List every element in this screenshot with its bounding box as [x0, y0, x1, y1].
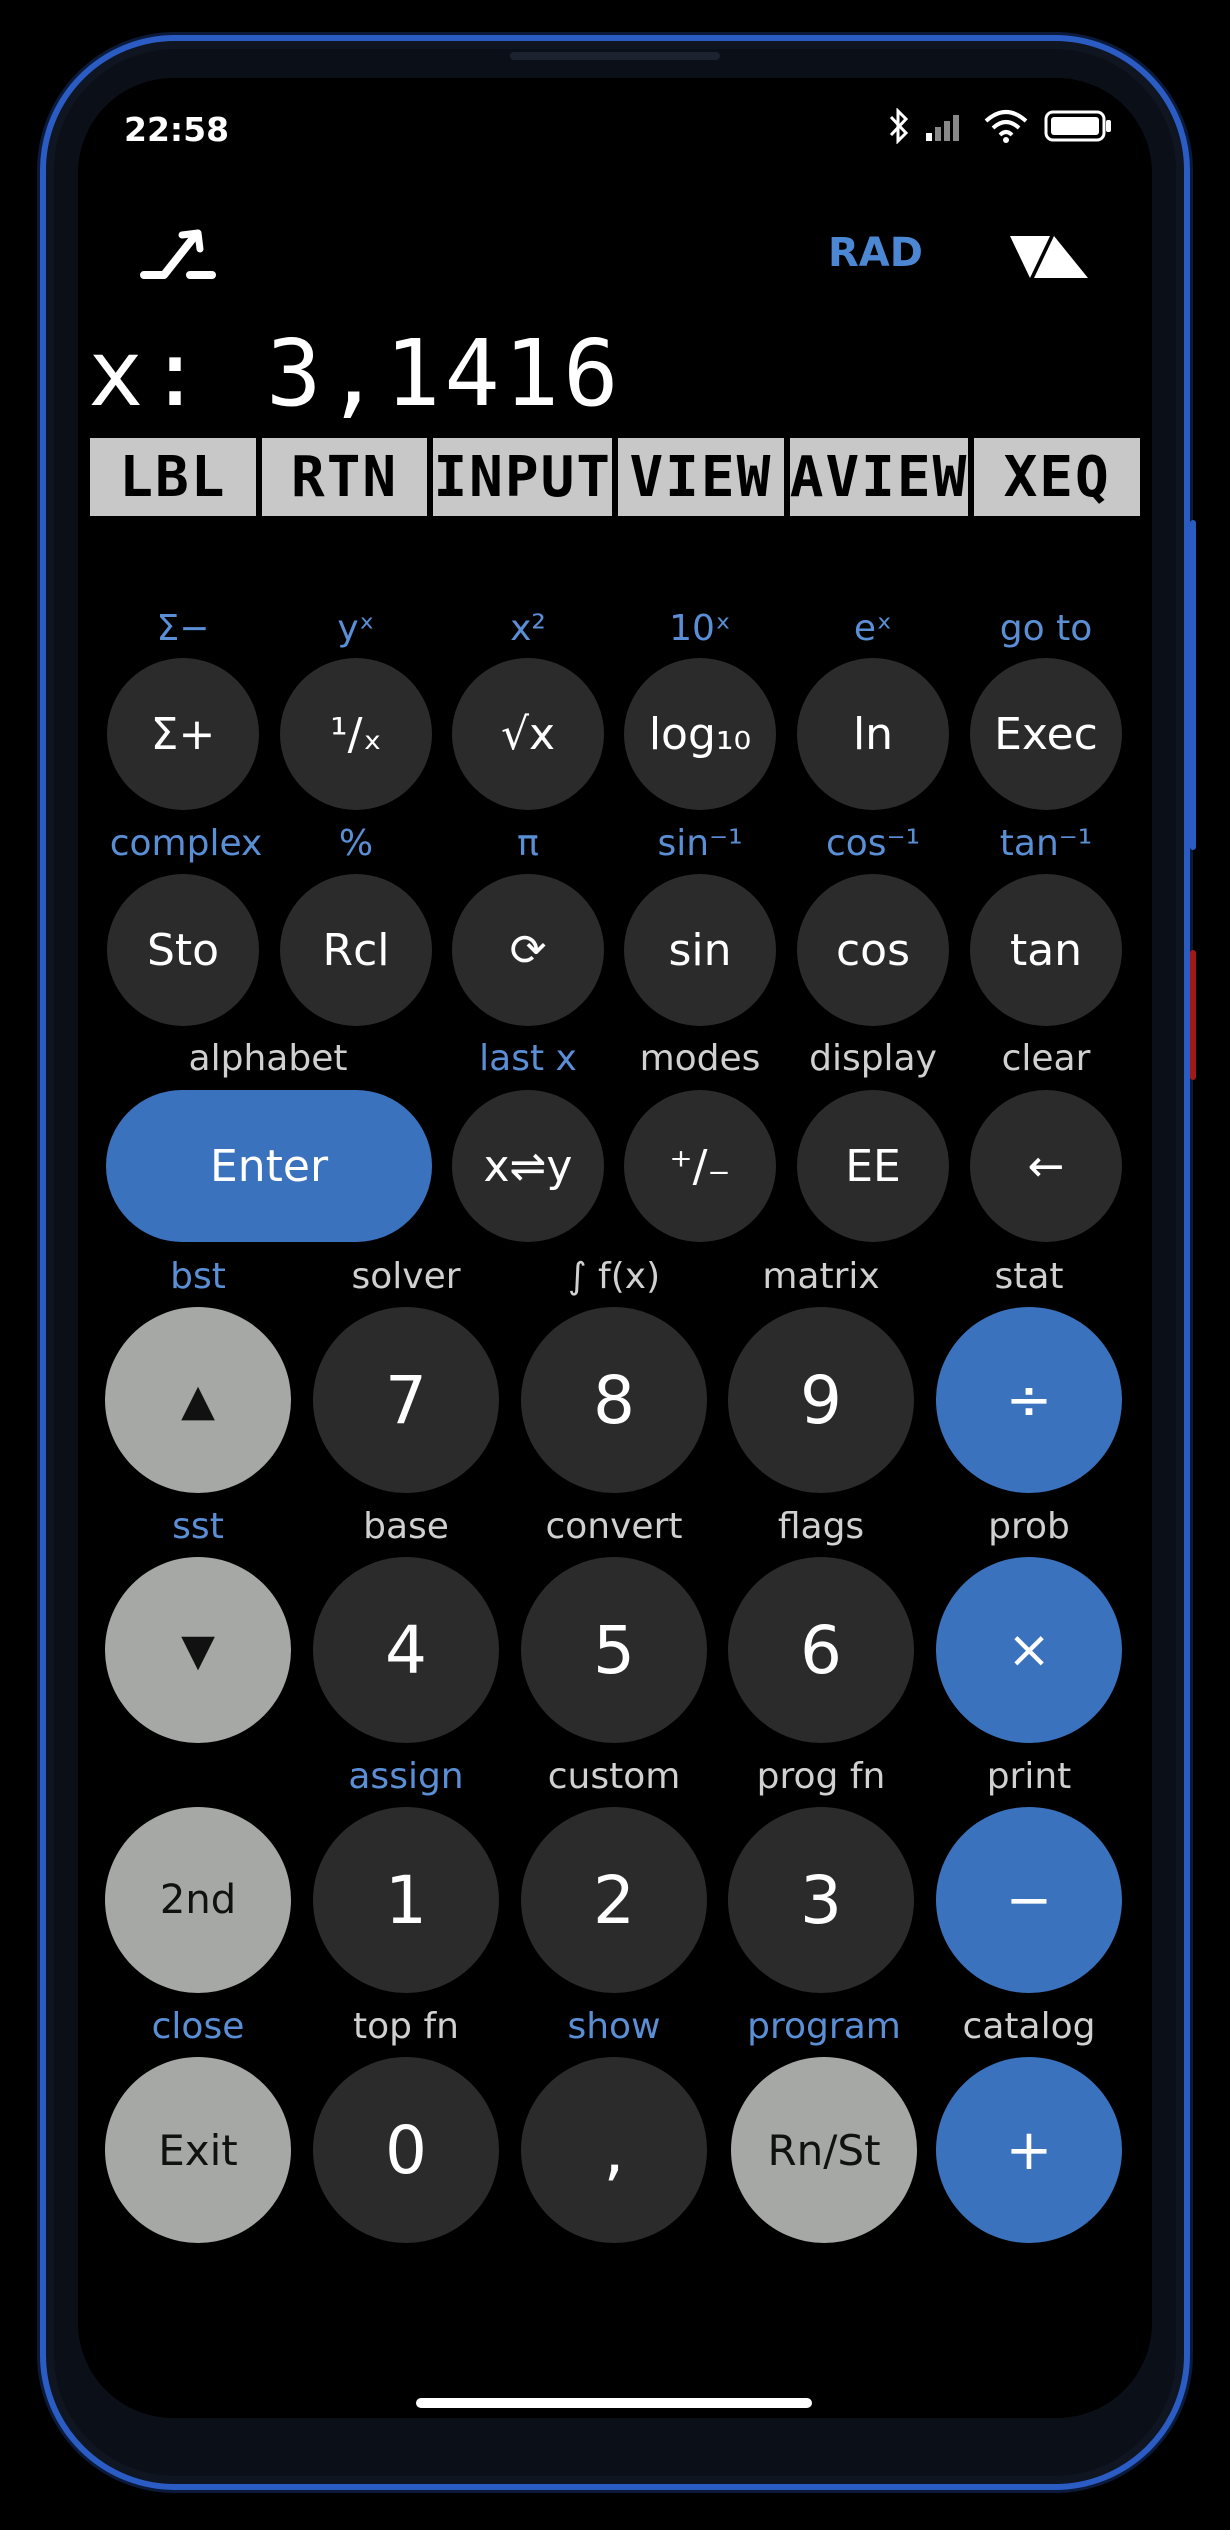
digit-8-key[interactable]: 8	[521, 1307, 707, 1493]
shift-label: %	[338, 823, 374, 864]
shift-label: prog fn	[756, 1756, 886, 1797]
bluetooth-icon	[889, 108, 909, 144]
digit-1-key[interactable]: 1	[313, 1807, 499, 1993]
digit-3-key[interactable]: 3	[728, 1807, 914, 1993]
shift-label: cos⁻¹	[825, 823, 921, 864]
shift-label: convert	[545, 1506, 683, 1547]
backspace-key[interactable]: ←	[970, 1090, 1122, 1242]
shift-label: tan⁻¹	[999, 823, 1093, 864]
earpiece	[510, 52, 720, 60]
shortcut-icon[interactable]	[140, 223, 220, 285]
shift-label: catalog	[962, 2006, 1096, 2047]
ee-key[interactable]: EE	[797, 1090, 949, 1242]
shift-label: prob	[988, 1506, 1070, 1547]
digit-5-key[interactable]: 5	[521, 1557, 707, 1743]
digit-2-key[interactable]: 2	[521, 1807, 707, 1993]
run-stop-key[interactable]: Rn/St	[731, 2057, 917, 2243]
shift-label: go to	[999, 608, 1093, 649]
shift-label: solver	[351, 1256, 461, 1297]
log10-key[interactable]: log₁₀	[624, 658, 776, 810]
battery-icon	[1044, 110, 1111, 142]
wifi-icon	[984, 110, 1028, 143]
menu-key-view[interactable]: VIEW	[618, 438, 784, 516]
sigma-plus-key[interactable]: Σ+	[107, 658, 259, 810]
menu-key-input[interactable]: INPUT	[433, 438, 613, 516]
menu-key-aview[interactable]: AVIEW	[789, 438, 969, 516]
shift-label: sin⁻¹	[657, 823, 743, 864]
stack-display: x: 3,1416	[88, 320, 623, 427]
shift-label: clear	[1001, 1038, 1091, 1079]
shift-label: yˣ	[337, 608, 375, 649]
shift-label: program	[747, 2006, 901, 2047]
shift-label: assign	[348, 1756, 464, 1797]
logo-icon[interactable]	[1008, 234, 1090, 282]
second-function-key[interactable]: 2nd	[105, 1807, 291, 1993]
shift-label: matrix	[762, 1256, 880, 1297]
shift-label: x²	[510, 608, 546, 649]
exit-key[interactable]: Exit	[105, 2057, 291, 2243]
shift-label: π	[517, 823, 539, 864]
ln-key[interactable]: ln	[797, 658, 949, 810]
shift-label: display	[809, 1038, 937, 1079]
rcl-key[interactable]: Rcl	[280, 874, 432, 1026]
shift-label: top fn	[353, 2006, 459, 2047]
shift-label: eˣ	[853, 608, 893, 649]
shift-label: Σ−	[156, 608, 210, 649]
shift-label: print	[986, 1756, 1072, 1797]
digit-4-key[interactable]: 4	[313, 1557, 499, 1743]
swap-xy-key[interactable]: x⇌y	[452, 1090, 604, 1242]
digit-0-key[interactable]: 0	[313, 2057, 499, 2243]
soft-menu: LBL RTN INPUT VIEW AVIEW XEQ	[90, 438, 1141, 516]
shift-label: bst	[170, 1256, 226, 1297]
up-arrow-key[interactable]: ▲	[105, 1307, 291, 1493]
cos-key[interactable]: cos	[797, 874, 949, 1026]
home-indicator[interactable]	[416, 2398, 812, 2408]
shift-label: sst	[172, 1506, 224, 1547]
subtract-key[interactable]: −	[936, 1807, 1122, 1993]
status-icons	[888, 108, 1112, 144]
volume-button	[1190, 520, 1196, 850]
decimal-key[interactable]: ,	[521, 2057, 707, 2243]
digit-9-key[interactable]: 9	[728, 1307, 914, 1493]
divide-key[interactable]: ÷	[936, 1307, 1122, 1493]
screen: 22:58 RAD x: 3,1416 LBL RTN INPUT VIEW A…	[78, 78, 1152, 2418]
shift-label: stat	[994, 1256, 1064, 1297]
shift-label: custom	[547, 1756, 681, 1797]
sqrt-key[interactable]: √x	[452, 658, 604, 810]
shift-label: ∫ f(x)	[567, 1256, 661, 1297]
exec-key[interactable]: Exec	[970, 658, 1122, 810]
multiply-key[interactable]: ×	[936, 1557, 1122, 1743]
power-button	[1190, 950, 1196, 1080]
sin-key[interactable]: sin	[624, 874, 776, 1026]
add-key[interactable]: +	[936, 2057, 1122, 2243]
status-time: 22:58	[124, 110, 230, 149]
menu-key-lbl[interactable]: LBL	[90, 438, 256, 516]
shift-label: base	[363, 1506, 449, 1547]
down-arrow-key[interactable]: ▼	[105, 1557, 291, 1743]
shift-label: last x	[479, 1038, 577, 1079]
change-sign-key[interactable]: ⁺/₋	[624, 1090, 776, 1242]
digit-7-key[interactable]: 7	[313, 1307, 499, 1493]
roll-down-key[interactable]: ⟳	[452, 874, 604, 1026]
digit-6-key[interactable]: 6	[728, 1557, 914, 1743]
shift-label: complex	[109, 823, 263, 864]
shift-label: alphabet	[188, 1038, 348, 1079]
menu-key-xeq[interactable]: XEQ	[974, 438, 1141, 516]
tan-key[interactable]: tan	[970, 874, 1122, 1026]
signal-icon	[926, 115, 959, 141]
shift-label: close	[151, 2006, 245, 2047]
menu-key-rtn[interactable]: RTN	[261, 438, 428, 516]
shift-label: show	[567, 2006, 661, 2047]
sto-key[interactable]: Sto	[107, 874, 259, 1026]
shift-label: 10ˣ	[669, 608, 731, 649]
shift-label: flags	[777, 1506, 865, 1547]
angle-mode-indicator[interactable]: RAD	[828, 230, 923, 276]
shift-label: modes	[639, 1038, 761, 1079]
enter-key[interactable]: Enter	[106, 1090, 432, 1242]
reciprocal-key[interactable]: ¹/ₓ	[280, 658, 432, 810]
